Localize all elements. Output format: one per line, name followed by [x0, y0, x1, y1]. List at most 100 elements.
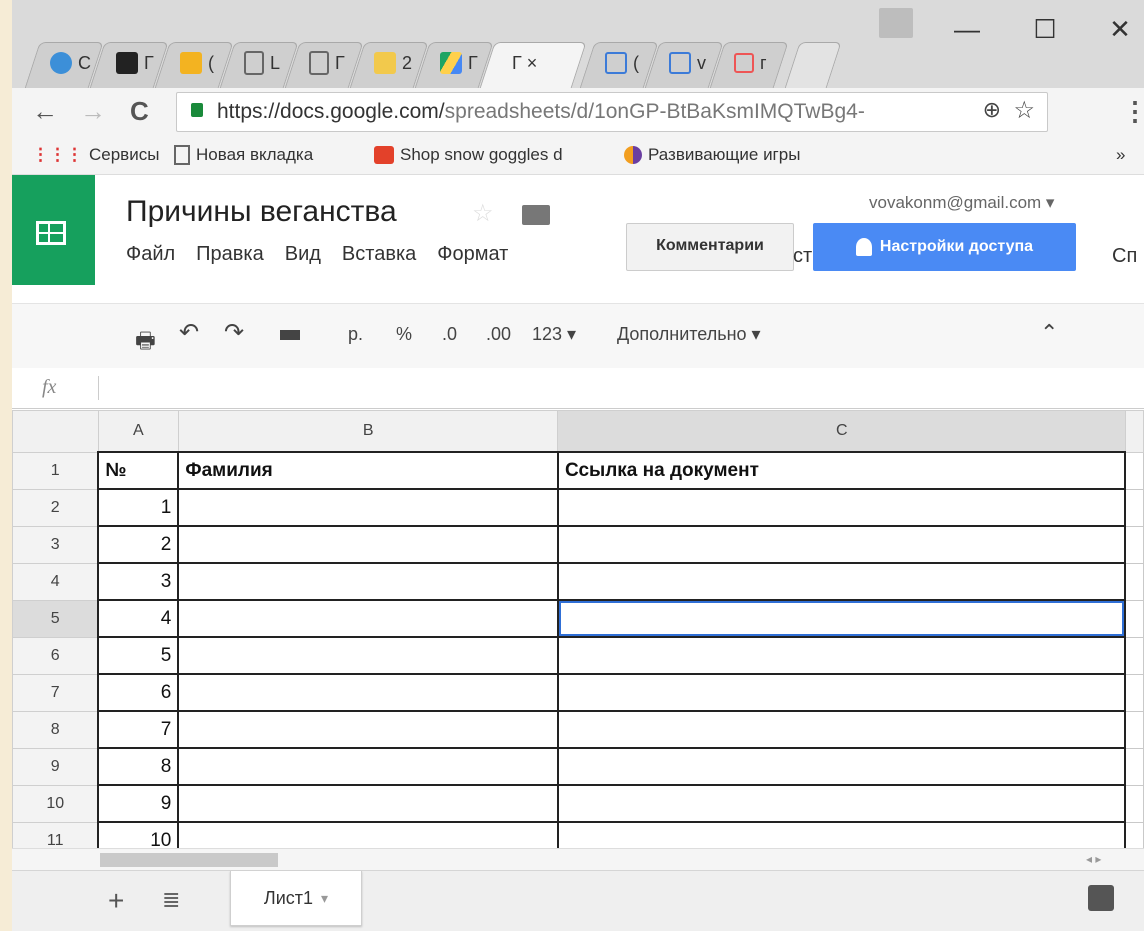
select-all-corner[interactable] [12, 410, 99, 453]
menu-view[interactable]: Вид [285, 243, 321, 266]
column-header-a[interactable]: A [97, 410, 179, 453]
row-header-selected[interactable]: 5 [12, 599, 99, 638]
cell[interactable] [1124, 784, 1144, 823]
cell[interactable] [556, 562, 1127, 601]
cell[interactable] [556, 525, 1127, 564]
bookmarks-more[interactable]: » [1116, 145, 1125, 165]
row-header[interactable]: 8 [12, 710, 99, 749]
cell[interactable]: 5 [97, 636, 180, 675]
horizontal-scrollbar[interactable]: ◂ ▸ [12, 848, 1144, 871]
menu-more[interactable]: Сп [1112, 245, 1137, 268]
cell[interactable] [177, 636, 559, 675]
redo-icon[interactable]: ↷ [224, 318, 244, 347]
cell[interactable] [1124, 525, 1144, 564]
column-header-b[interactable]: B [177, 410, 559, 453]
collapse-icon[interactable]: ⌃ [1040, 320, 1058, 346]
share-button[interactable]: Настройки доступа [813, 223, 1076, 271]
cell[interactable] [556, 710, 1127, 749]
number-format-dropdown[interactable]: 123 ▾ [532, 324, 576, 345]
row-header[interactable]: 4 [12, 562, 99, 601]
cell[interactable] [177, 673, 559, 712]
decrease-decimal-button[interactable]: .0 [442, 324, 457, 345]
cell[interactable] [177, 562, 559, 601]
cell[interactable] [177, 525, 559, 564]
currency-format-button[interactable]: р. [348, 324, 363, 345]
cell[interactable] [556, 636, 1127, 675]
minimize-button[interactable]: — [947, 14, 987, 45]
back-button[interactable]: ← [32, 96, 58, 127]
menu-file[interactable]: Файл [126, 243, 175, 266]
scroll-arrows[interactable]: ◂ ▸ [1086, 852, 1101, 866]
cell[interactable]: Ссылка на документ [556, 451, 1127, 490]
cell[interactable]: № [97, 451, 180, 490]
cell[interactable]: 3 [97, 562, 180, 601]
close-button[interactable]: ✕ [1100, 14, 1140, 45]
all-sheets-button[interactable]: ≣ [162, 887, 180, 913]
cell[interactable]: 9 [97, 784, 180, 823]
cell[interactable] [1124, 673, 1144, 712]
bookmark-new-tab[interactable]: Новая вкладка [174, 145, 313, 165]
undo-icon[interactable]: ↶ [179, 318, 199, 347]
row-header[interactable]: 9 [12, 747, 99, 786]
explore-icon[interactable] [1088, 885, 1114, 911]
cell[interactable] [556, 747, 1127, 786]
formula-input[interactable] [104, 372, 1134, 404]
increase-decimal-button[interactable]: .00 [486, 324, 511, 345]
scrollbar-thumb[interactable] [100, 853, 278, 867]
row-header[interactable]: 2 [12, 488, 99, 527]
cell[interactable] [1124, 710, 1144, 749]
menu-insert[interactable]: Вставка [342, 243, 416, 266]
menu-format[interactable]: Формат [437, 243, 508, 266]
cell[interactable]: Фамилия [177, 451, 559, 490]
cell[interactable]: 7 [97, 710, 180, 749]
folder-icon[interactable] [522, 205, 550, 225]
print-icon[interactable]: 🖶 [135, 324, 156, 362]
new-tab-button[interactable] [784, 42, 842, 89]
browser-menu-icon[interactable]: ⋮ [1122, 96, 1144, 127]
profile-icon[interactable] [879, 8, 913, 38]
zoom-icon[interactable]: ⊕ [983, 97, 1001, 123]
document-title[interactable]: Причины веганства [126, 195, 397, 229]
url-input[interactable]: https://docs.google.com/spreadsheets/d/1… [176, 92, 1048, 132]
reload-button[interactable]: C [130, 96, 149, 127]
cell[interactable] [1124, 599, 1144, 638]
column-header-c[interactable]: C [557, 410, 1126, 453]
bookmark-shop[interactable]: Shop snow goggles d [374, 145, 563, 165]
cell[interactable]: 6 [97, 673, 180, 712]
cell[interactable] [1124, 451, 1144, 490]
menu-edit[interactable]: Правка [196, 243, 264, 266]
cell[interactable] [1124, 488, 1144, 527]
star-icon[interactable]: ☆ [472, 199, 494, 228]
cell[interactable] [556, 784, 1127, 823]
more-dropdown[interactable]: Дополнительно ▾ [617, 324, 761, 345]
cell[interactable] [177, 747, 559, 786]
bookmark-games[interactable]: Развивающие игры [624, 145, 800, 165]
cell[interactable]: 8 [97, 747, 180, 786]
comments-button[interactable]: Комментарии [626, 223, 794, 271]
maximize-button[interactable]: ☐ [1025, 14, 1065, 45]
cell[interactable]: 4 [97, 599, 180, 638]
row-header[interactable]: 3 [12, 525, 99, 564]
cell[interactable] [177, 710, 559, 749]
cell[interactable] [177, 488, 559, 527]
sheet-tab-arrow[interactable]: ▾ [321, 890, 328, 907]
sheets-logo[interactable] [12, 175, 95, 285]
row-header[interactable]: 6 [12, 636, 99, 675]
add-sheet-button[interactable]: + [108, 885, 124, 917]
cell[interactable] [177, 599, 559, 638]
cell[interactable] [1124, 636, 1144, 675]
bookmark-apps[interactable]: ⋮⋮⋮ Сервисы [32, 145, 159, 165]
cell[interactable]: 2 [97, 525, 180, 564]
bookmark-star-icon[interactable]: ☆ [1013, 96, 1035, 125]
cell[interactable] [556, 488, 1127, 527]
row-header[interactable]: 1 [12, 451, 99, 490]
row-header[interactable]: 7 [12, 673, 99, 712]
cell[interactable] [1124, 747, 1144, 786]
paint-format-icon[interactable] [280, 324, 300, 345]
row-header[interactable]: 10 [12, 784, 99, 823]
cell[interactable] [1124, 562, 1144, 601]
cell[interactable] [556, 673, 1127, 712]
percent-format-button[interactable]: % [396, 324, 412, 345]
account-email[interactable]: vovakonm@gmail.com ▾ [869, 193, 1054, 213]
forward-button[interactable]: → [80, 96, 106, 127]
